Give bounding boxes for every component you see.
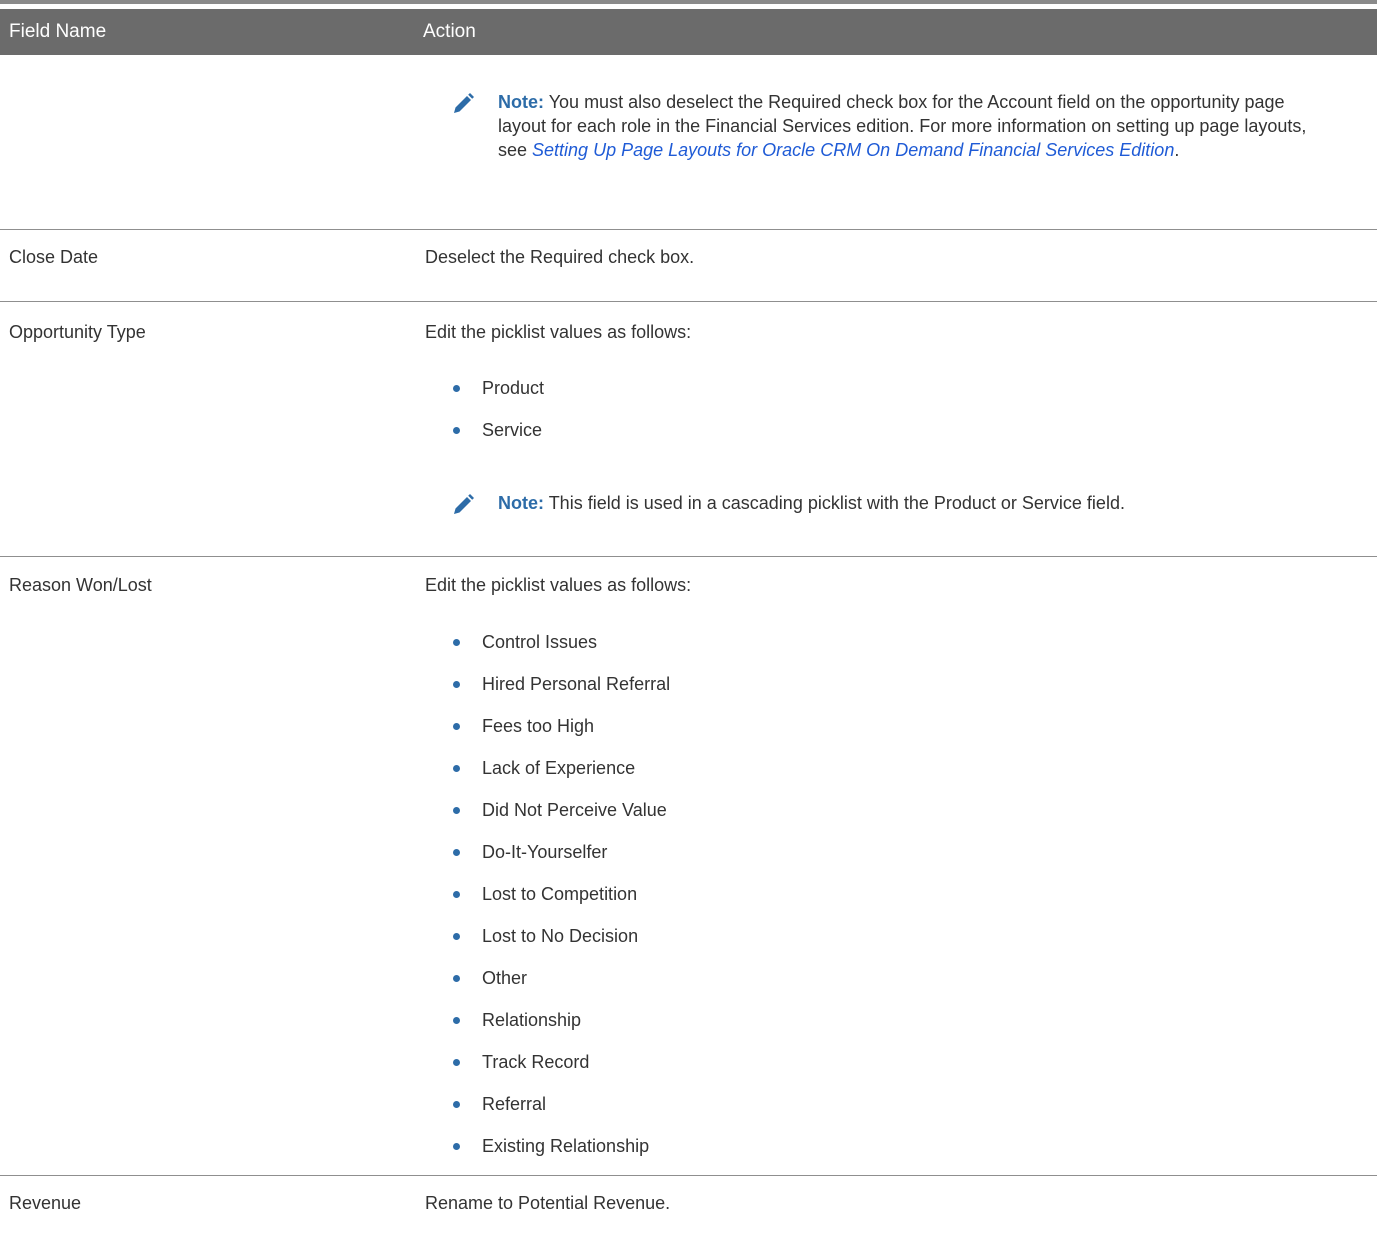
list-item: Service: [453, 418, 544, 460]
list-item: Lost to No Decision: [453, 924, 670, 966]
list-item-text: Lost to Competition: [482, 884, 638, 904]
bullet-dot: [453, 427, 460, 434]
row-divider: [0, 1175, 1377, 1176]
list-item-text: Product: [482, 378, 545, 398]
list-item-text: Hired Personal Referral: [482, 674, 671, 694]
list-item: Do-It-Yourselfer: [453, 840, 670, 882]
bullet-dot: [453, 849, 460, 856]
list-item: Fees too High: [453, 714, 670, 756]
reason-won-lost-values: Control Issues Hired Personal Referral F…: [453, 630, 670, 1176]
bullet-dot: [453, 1017, 460, 1024]
list-item-text: Do-It-Yourselfer: [482, 842, 608, 862]
list-item-text: Service: [482, 420, 543, 440]
bullet-dot: [453, 765, 460, 772]
bullet-dot: [453, 933, 460, 940]
top-rule: [0, 0, 1377, 4]
bullet-dot: [453, 681, 460, 688]
row-divider: [0, 301, 1377, 302]
note-body-end: .: [1174, 140, 1180, 160]
field-opportunity-type: Opportunity Type: [9, 322, 146, 342]
list-item: Did Not Perceive Value: [453, 798, 670, 840]
bullet-dot: [453, 723, 460, 730]
list-item-text: Lack of Experience: [482, 758, 636, 778]
opportunity-type-values: Product Service: [453, 376, 544, 460]
note-text: Note: This field is used in a cascading …: [498, 491, 1331, 515]
bullet-dot: [453, 891, 460, 898]
note-cascading-picklist: Note: This field is used in a cascading …: [451, 491, 1331, 515]
list-item-text: Referral: [482, 1094, 547, 1114]
table-header: Field Name Action: [0, 9, 1377, 55]
bullet-dot: [453, 1101, 460, 1108]
list-item: Product: [453, 376, 544, 418]
action-reason-won-lost: Edit the picklist values as follows:: [425, 575, 692, 595]
action-revenue: Rename to Potential Revenue.: [425, 1193, 671, 1213]
bullet-dot: [453, 639, 460, 646]
header-action: Action: [423, 21, 476, 42]
list-item: Relationship: [453, 1008, 670, 1050]
note-account-field: Note: You must also deselect the Require…: [451, 90, 1331, 162]
bullet-dot: [453, 975, 460, 982]
list-item: Track Record: [453, 1050, 670, 1092]
bullet-dot: [453, 807, 460, 814]
note-text: Note: You must also deselect the Require…: [498, 90, 1331, 162]
field-revenue: Revenue: [9, 1193, 82, 1213]
action-close-date: Deselect the Required check box.: [425, 247, 695, 267]
row-divider: [0, 229, 1377, 230]
list-item-text: Other: [482, 968, 528, 988]
action-opportunity-type: Edit the picklist values as follows:: [425, 322, 692, 342]
list-item-text: Fees too High: [482, 716, 595, 736]
note-body: This field is used in a cascading pickli…: [548, 493, 1125, 513]
list-item: Existing Relationship: [453, 1134, 670, 1176]
pencil-icon: [454, 494, 474, 514]
note-label: Note:: [498, 493, 544, 513]
note-label: Note:: [498, 92, 544, 112]
list-item: Lost to Competition: [453, 882, 670, 924]
list-item-text: Existing Relationship: [482, 1136, 650, 1156]
header-field-name: Field Name: [9, 21, 107, 42]
bullet-dot: [453, 1143, 460, 1150]
row-divider: [0, 556, 1377, 557]
list-item: Lack of Experience: [453, 756, 670, 798]
list-item: Control Issues: [453, 630, 670, 672]
list-item-text: Control Issues: [482, 632, 598, 652]
list-item-text: Track Record: [482, 1052, 590, 1072]
list-item-text: Did Not Perceive Value: [482, 800, 667, 820]
list-item-text: Lost to No Decision: [482, 926, 639, 946]
bullet-dot: [453, 385, 460, 392]
page-layouts-link[interactable]: Setting Up Page Layouts for Oracle CRM O…: [532, 140, 1174, 160]
list-item: Other: [453, 966, 670, 1008]
list-item: Referral: [453, 1092, 670, 1134]
pencil-icon: [454, 93, 474, 113]
bullet-dot: [453, 1059, 460, 1066]
field-reason-won-lost: Reason Won/Lost: [9, 575, 152, 595]
list-item-text: Relationship: [482, 1010, 582, 1030]
list-item: Hired Personal Referral: [453, 672, 670, 714]
field-close-date: Close Date: [9, 247, 99, 267]
